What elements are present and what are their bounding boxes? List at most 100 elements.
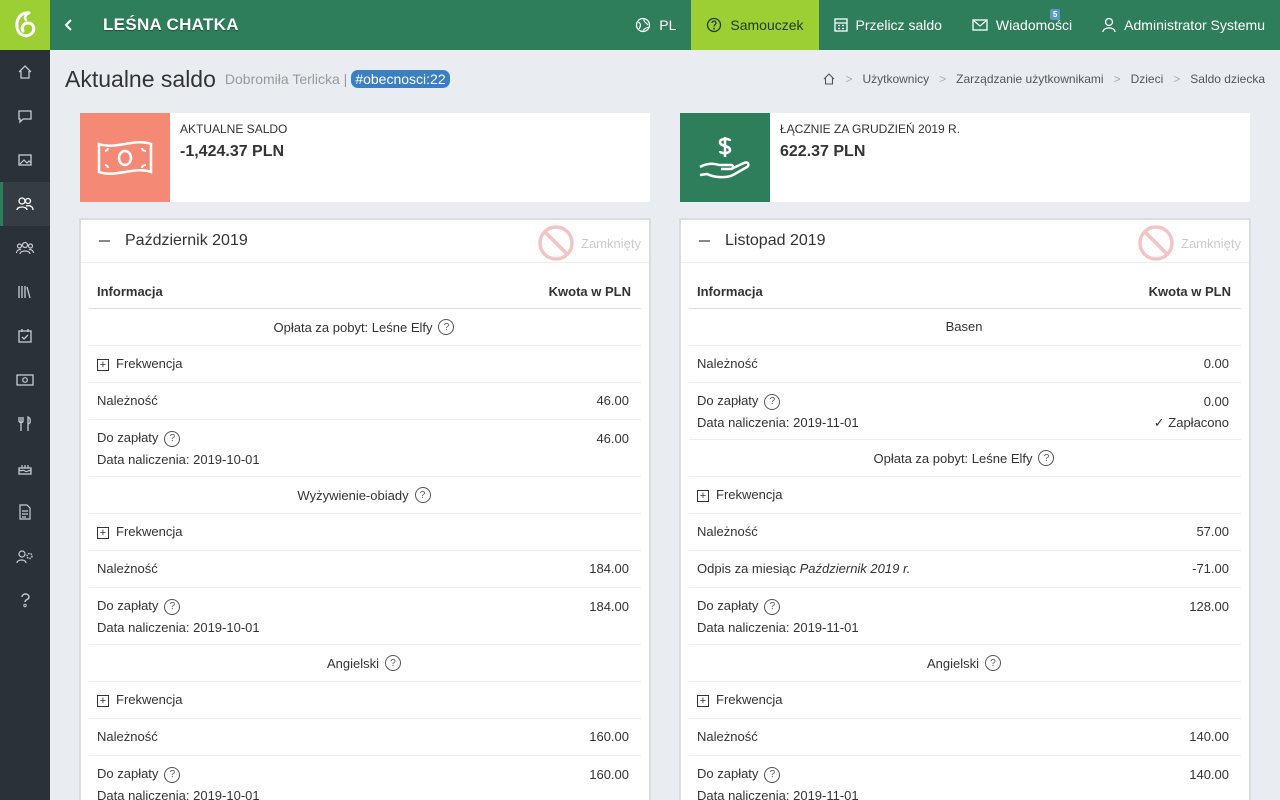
panel-header: Październik 2019 Zamknięty bbox=[81, 220, 649, 263]
to-pay-amount: 128.00 bbox=[1189, 598, 1229, 614]
table-row: Należność 0.00 bbox=[689, 346, 1241, 383]
help-question-icon[interactable]: ? bbox=[764, 393, 781, 410]
help-question-icon[interactable]: ? bbox=[414, 487, 431, 503]
groups-icon[interactable] bbox=[0, 226, 50, 270]
due-label: Należność bbox=[697, 524, 758, 539]
section-row: Basen bbox=[689, 309, 1241, 346]
banknote-icon bbox=[80, 113, 170, 202]
table-row: Do zapłaty? 46.00 Data naliczenia: 2019-1… bbox=[89, 420, 641, 477]
writeoff-amount: -71.00 bbox=[1192, 561, 1229, 576]
monthly-total-card: ŁĄCZNIE ZA GRUDZIEŃ 2019 R. 622.37 PLN bbox=[680, 113, 1250, 202]
cutlery-icon[interactable] bbox=[0, 402, 50, 446]
brand-title: LEŚNA CHATKA bbox=[103, 15, 239, 34]
home-icon[interactable] bbox=[0, 50, 50, 94]
help-question-icon[interactable]: ? bbox=[164, 766, 181, 783]
money-icon[interactable] bbox=[0, 358, 50, 402]
due-amount: 184.00 bbox=[589, 561, 629, 576]
breadcrumb-item[interactable]: Dzieci bbox=[1131, 72, 1164, 86]
help-question-icon[interactable]: ? bbox=[438, 319, 455, 335]
table-row: Do zapłaty? 140.00 Data naliczenia: 2019-… bbox=[689, 756, 1241, 800]
back-chevron-icon[interactable] bbox=[50, 0, 88, 50]
collapse-icon[interactable] bbox=[99, 240, 110, 242]
library-icon[interactable] bbox=[0, 270, 50, 314]
chat-icon[interactable] bbox=[0, 94, 50, 138]
panel-header: Listopad 2019 Zamknięty bbox=[681, 220, 1249, 263]
collapse-icon[interactable] bbox=[699, 240, 710, 242]
user-name: Administrator Systemu bbox=[1124, 17, 1265, 33]
app-logo[interactable] bbox=[0, 0, 50, 50]
recalculate-balance-button[interactable]: Przelicz saldo bbox=[819, 0, 957, 50]
due-label: Należność bbox=[697, 356, 758, 371]
table-row: Należność 46.00 bbox=[89, 383, 641, 420]
question-icon bbox=[707, 17, 722, 33]
gallery-icon[interactable] bbox=[0, 138, 50, 182]
user-icon bbox=[1102, 17, 1116, 33]
section-title: Wyżywienie-obiady bbox=[297, 487, 409, 503]
tutorial-button[interactable]: Samouczek bbox=[691, 0, 819, 50]
table-row: Do zapłaty? 184.00 Data naliczenia: 2019-… bbox=[89, 588, 641, 645]
users-icon[interactable] bbox=[0, 182, 50, 226]
breadcrumb-item-current: Saldo dziecka bbox=[1190, 72, 1265, 86]
expand-plus-icon[interactable]: + bbox=[97, 526, 109, 539]
document-icon[interactable] bbox=[0, 490, 50, 534]
charge-date: Data naliczenia: 2019-11-01 bbox=[697, 619, 859, 635]
attendance-tag[interactable]: #obecnosci:22 bbox=[351, 70, 450, 88]
help-question-icon[interactable]: ? bbox=[164, 430, 181, 447]
breadcrumb-item[interactable]: Zarządzanie użytkownikami bbox=[956, 72, 1103, 86]
expand-plus-icon[interactable]: + bbox=[697, 489, 709, 502]
attendance-label: Frekwencja bbox=[116, 356, 183, 371]
recalculate-label: Przelicz saldo bbox=[855, 17, 942, 33]
section-row: Opłata za pobyt: Leśne Elfy? bbox=[689, 440, 1241, 477]
panel-title: Listopad 2019 bbox=[725, 232, 826, 249]
help-question-icon[interactable]: ? bbox=[764, 598, 781, 615]
table-row: Do zapłaty? 0.00 Data naliczenia: 2019-11… bbox=[689, 383, 1241, 440]
to-pay-label: Do zapłaty bbox=[697, 598, 759, 613]
help-question-icon[interactable]: ? bbox=[985, 655, 1002, 671]
section-row: Wyżywienie-obiady? bbox=[89, 477, 641, 514]
info-header: Informacja bbox=[97, 284, 163, 299]
language-button[interactable]: PL bbox=[620, 0, 691, 50]
top-bar: LEŚNA CHATKA PL Samouczek Przelicz saldo… bbox=[50, 0, 1280, 50]
settings-users-icon[interactable] bbox=[0, 534, 50, 578]
section-title: Opłata za pobyt: Leśne Elfy bbox=[873, 450, 1033, 466]
table-row: Odpis za miesiąc Październik 2019 r. -71.… bbox=[689, 551, 1241, 588]
due-amount: 160.00 bbox=[589, 729, 629, 744]
section-row: Angielski? bbox=[89, 645, 641, 682]
attendance-row[interactable]: + Frekwencja bbox=[89, 682, 641, 719]
month-panel-november: Listopad 2019 Zamknięty Informacja Kwota … bbox=[679, 218, 1251, 800]
cake-icon[interactable] bbox=[0, 446, 50, 490]
help-question-icon[interactable]: ? bbox=[764, 766, 781, 783]
writeoff-month: Październik 2019 r. bbox=[799, 561, 911, 576]
expand-plus-icon[interactable]: + bbox=[97, 694, 109, 707]
help-question-icon[interactable]: ? bbox=[385, 655, 402, 671]
expand-plus-icon[interactable]: + bbox=[97, 358, 109, 371]
to-pay-label: Do zapłaty bbox=[697, 393, 759, 408]
help-question-icon[interactable]: ? bbox=[164, 598, 181, 615]
user-menu-button[interactable]: Administrator Systemu bbox=[1087, 0, 1280, 50]
closed-status: Zamknięty bbox=[537, 224, 641, 262]
attendance-row[interactable]: + Frekwencja bbox=[89, 514, 641, 551]
breadcrumb-separator: > bbox=[1173, 72, 1181, 86]
closed-label: Zamknięty bbox=[1181, 235, 1241, 251]
messages-button[interactable]: Wiadomości 5 bbox=[957, 0, 1087, 50]
balance-table: Informacja Kwota w PLN Opłata za pobyt: L… bbox=[89, 271, 641, 800]
attendance-row[interactable]: + Frekwencja bbox=[689, 477, 1241, 514]
page-subtitle: Dobromiła Terlicka | bbox=[224, 71, 348, 87]
help-question-icon[interactable]: ? bbox=[1038, 450, 1055, 466]
charge-date: Data naliczenia: 2019-10-01 bbox=[97, 619, 260, 635]
attendance-row[interactable]: + Frekwencja bbox=[89, 346, 641, 383]
language-label: PL bbox=[659, 17, 677, 33]
breadcrumb-separator: > bbox=[1113, 72, 1121, 86]
section-title: Angielski bbox=[926, 655, 980, 671]
due-label: Należność bbox=[97, 561, 158, 576]
panel-title: Październik 2019 bbox=[125, 232, 248, 249]
breadcrumb-item[interactable]: Użytkownicy bbox=[862, 72, 929, 86]
home-icon[interactable] bbox=[823, 73, 835, 85]
expand-plus-icon[interactable]: + bbox=[697, 694, 709, 707]
section-title: Opłata za pobyt: Leśne Elfy bbox=[273, 319, 433, 335]
logo-icon bbox=[15, 11, 36, 38]
attendance-row[interactable]: + Frekwencja bbox=[689, 682, 1241, 719]
calendar-check-icon[interactable] bbox=[0, 314, 50, 358]
help-icon[interactable] bbox=[0, 578, 50, 622]
attendance-label: Frekwencja bbox=[116, 692, 183, 707]
